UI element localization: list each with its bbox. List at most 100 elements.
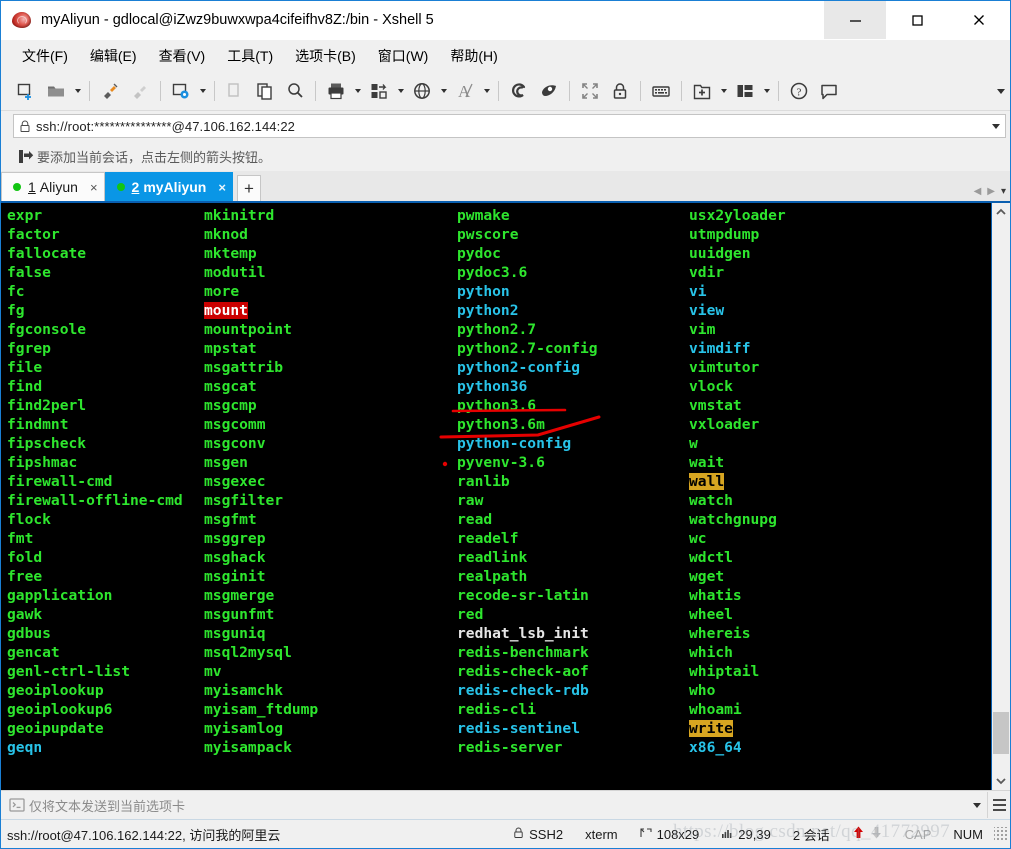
window-controls bbox=[824, 1, 1010, 39]
scrollbar-thumb[interactable] bbox=[993, 712, 1009, 754]
scroll-down-button[interactable] bbox=[992, 772, 1010, 790]
print-dropdown-icon[interactable] bbox=[351, 76, 364, 106]
copy-session-icon bbox=[220, 76, 250, 106]
ssh-shell-icon[interactable] bbox=[504, 76, 534, 106]
terminal-entry-text: whoami bbox=[689, 701, 742, 718]
tab-close-icon[interactable]: × bbox=[218, 181, 226, 194]
tunnel-icon[interactable] bbox=[534, 76, 564, 106]
terminal-entry-text: python2 bbox=[457, 302, 519, 319]
terminal-entry: find2perl bbox=[7, 396, 183, 415]
terminal-entry-text: msgfmt bbox=[204, 511, 257, 528]
terminal-entry: python3.6 bbox=[457, 396, 598, 415]
menu-window[interactable]: 窗口(W) bbox=[367, 44, 440, 68]
menu-tools[interactable]: 工具(T) bbox=[216, 44, 284, 68]
terminal-entry-text: watchgnupg bbox=[689, 511, 777, 528]
disconnect-icon bbox=[125, 76, 155, 106]
terminal-entry: msginit bbox=[204, 567, 318, 586]
tab-myaliyun[interactable]: 2 myAliyun × bbox=[104, 172, 233, 201]
terminal-entry-text: readelf bbox=[457, 530, 519, 547]
terminal-entry: find bbox=[7, 377, 183, 396]
paste-icon[interactable] bbox=[250, 76, 280, 106]
menu-file[interactable]: 文件(F) bbox=[11, 44, 79, 68]
scrollbar-track[interactable] bbox=[992, 221, 1010, 772]
add-folder-dropdown-icon[interactable] bbox=[717, 76, 730, 106]
terminal-entry: flock bbox=[7, 510, 183, 529]
new-session-icon[interactable] bbox=[11, 76, 41, 106]
terminal-entry-text: factor bbox=[7, 226, 60, 243]
toolbar-overflow-button[interactable] bbox=[992, 72, 1010, 110]
status-cursor-pos: 29,39 bbox=[710, 827, 782, 842]
tab-scroll-left-icon[interactable]: ◀ bbox=[974, 187, 982, 197]
terminal-scrollbar[interactable] bbox=[991, 203, 1010, 790]
terminal-entry: redis-check-rdb bbox=[457, 681, 598, 700]
tab-close-icon[interactable]: × bbox=[90, 181, 98, 194]
terminal-entry-text: mktemp bbox=[204, 245, 257, 262]
connect-icon[interactable] bbox=[95, 76, 125, 106]
terminal-entry-text: vlock bbox=[689, 378, 733, 395]
file-transfer-icon[interactable] bbox=[364, 76, 394, 106]
terminal-output[interactable]: usx2yloader utmpdump uuidgen vdir vi view vim v… bbox=[1, 203, 991, 790]
menu-tabs[interactable]: 选项卡(B) bbox=[284, 44, 367, 68]
terminal-entry: mountpoint bbox=[204, 320, 318, 339]
terminal-entry: myisampack bbox=[204, 738, 318, 757]
menu-edit[interactable]: 编辑(E) bbox=[79, 44, 148, 68]
terminal-entry: vmstat bbox=[689, 396, 786, 415]
scroll-up-button[interactable] bbox=[992, 203, 1010, 221]
open-folder-icon[interactable] bbox=[41, 76, 71, 106]
help-icon[interactable]: ? bbox=[784, 76, 814, 106]
send-options-menu-icon[interactable] bbox=[987, 792, 1010, 818]
add-session-arrow-icon[interactable] bbox=[13, 144, 37, 168]
terminal-entry-text: fmt bbox=[7, 530, 34, 547]
toolbar-separator bbox=[778, 81, 779, 101]
web-transfer-icon[interactable] bbox=[407, 76, 437, 106]
layout-icon[interactable] bbox=[730, 76, 760, 106]
terminal-entry-text: expr bbox=[7, 207, 43, 224]
tab-aliyun[interactable]: 1 Aliyun × bbox=[1, 172, 105, 201]
resize-grip[interactable] bbox=[994, 827, 1008, 841]
terminal-entry: gawk bbox=[7, 605, 183, 624]
terminal-entry-text: read bbox=[457, 511, 493, 528]
terminal-entry-text: python36 bbox=[457, 378, 528, 395]
terminal-entry-text: more bbox=[204, 283, 240, 300]
tab-scroll-right-icon[interactable]: ▶ bbox=[987, 187, 995, 197]
find-icon[interactable] bbox=[280, 76, 310, 106]
comment-icon[interactable] bbox=[814, 76, 844, 106]
terminal-entry-text: myisamchk bbox=[204, 682, 284, 699]
terminal-entry: view bbox=[689, 301, 786, 320]
status-session-info: ssh://root@47.106.162.144:22, 访问我的阿里云 bbox=[7, 827, 281, 843]
send-text-label: 仅将文本发送到当前选项卡 bbox=[29, 798, 186, 814]
terminal-entry: msgcat bbox=[204, 377, 318, 396]
fullscreen-icon[interactable] bbox=[575, 76, 605, 106]
menu-view[interactable]: 查看(V) bbox=[148, 44, 217, 68]
maximize-button[interactable] bbox=[886, 1, 948, 39]
add-folder-icon[interactable] bbox=[687, 76, 717, 106]
lock-icon[interactable] bbox=[605, 76, 635, 106]
open-folder-dropdown-icon[interactable] bbox=[71, 76, 84, 106]
minimize-button[interactable] bbox=[824, 1, 886, 39]
session-properties-dropdown-icon[interactable] bbox=[196, 76, 209, 106]
file-transfer-dropdown-icon[interactable] bbox=[394, 76, 407, 106]
terminal-entry: vdir bbox=[689, 263, 786, 282]
new-tab-button[interactable]: + bbox=[236, 175, 261, 201]
menu-help[interactable]: 帮助(H) bbox=[439, 44, 508, 68]
keyboard-icon[interactable] bbox=[646, 76, 676, 106]
terminal-entry: fallocate bbox=[7, 244, 183, 263]
svg-text:?: ? bbox=[797, 87, 802, 99]
session-properties-icon[interactable] bbox=[166, 76, 196, 106]
address-dropdown-icon[interactable] bbox=[987, 115, 1005, 137]
terminal-entry: modutil bbox=[204, 263, 318, 282]
print-icon[interactable] bbox=[321, 76, 351, 106]
layout-dropdown-icon[interactable] bbox=[760, 76, 773, 106]
web-transfer-dropdown-icon[interactable] bbox=[437, 76, 450, 106]
address-input[interactable]: ssh://root:***************@47.106.162.14… bbox=[13, 114, 1006, 138]
font-icon[interactable]: A bbox=[450, 76, 480, 106]
terminal-entry: which bbox=[689, 643, 786, 662]
address-bar-row: ssh://root:***************@47.106.162.14… bbox=[1, 111, 1010, 141]
font-dropdown-icon[interactable] bbox=[480, 76, 493, 106]
close-button[interactable] bbox=[948, 1, 1010, 39]
terminal-entry-text: flock bbox=[7, 511, 51, 528]
send-target-dropdown-icon[interactable] bbox=[967, 794, 987, 816]
tab-list-dropdown-icon[interactable]: ▾ bbox=[1001, 187, 1006, 197]
tab-number: 1 bbox=[28, 179, 36, 195]
terminal-entry: recode-sr-latin bbox=[457, 586, 598, 605]
